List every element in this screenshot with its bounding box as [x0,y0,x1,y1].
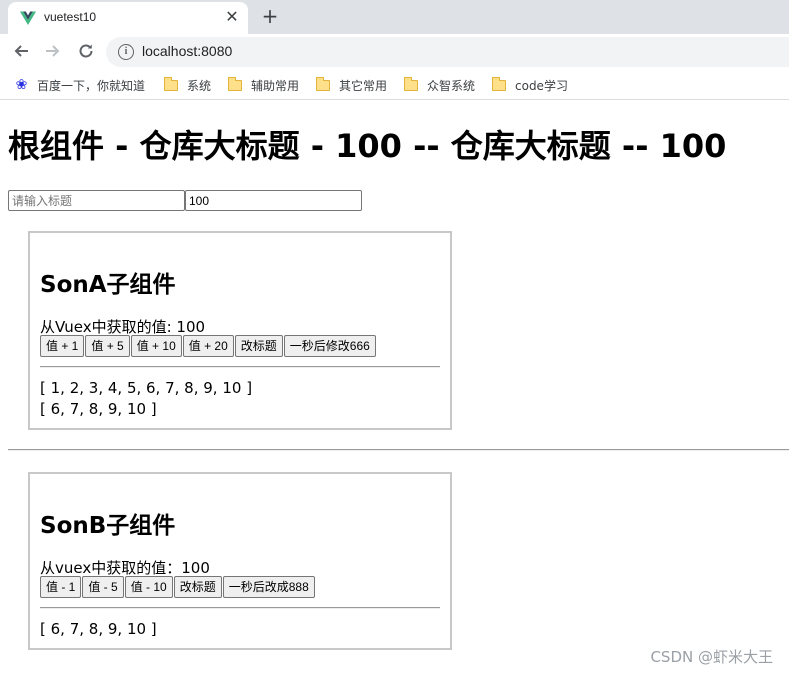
vue-logo-icon [20,11,36,25]
son-a-list-filtered: [ 6, 7, 8, 9, 10 ] [40,400,157,418]
son-b-sub-5-button[interactable]: 值 - 5 [82,576,124,598]
son-a-divider [40,366,440,368]
browser-toolbar: i localhost:8080 [0,34,789,70]
tab-strip: vuetest10 ✕ + [0,0,789,34]
son-b-component: SonB子组件 从vuex中获取的值：100 值 - 1 值 - 5 值 - 1… [28,472,452,650]
son-b-sub-10-button[interactable]: 值 - 10 [124,576,173,598]
son-b-title: SonB子组件 [40,513,176,539]
baidu-paw-icon: ❀ [15,76,28,93]
son-b-value-text: 从vuex中获取的值：100 [40,559,210,577]
folder-icon [164,76,178,91]
son-a-title: SonA子组件 [40,272,176,298]
new-tab-button[interactable]: + [258,5,282,29]
son-a-add-10-button[interactable]: 值 + 10 [130,335,182,357]
folder-icon [492,76,506,91]
son-a-add-1-button[interactable]: 值 + 1 [40,335,85,357]
back-arrow-icon[interactable] [8,38,34,64]
bookmarks-bar: ❀ 百度一下，你就知道 系统 辅助常用 其它常用 众智系统 code学习 [0,70,789,100]
page-content: 根组件 - 仓库大标题 - 100 -- 仓库大标题 -- 100 SonA子组… [0,101,789,675]
son-b-list-filtered: [ 6, 7, 8, 9, 10 ] [40,620,157,638]
son-a-component: SonA子组件 从Vuex中获取的值: 100 值 + 1 值 + 5 值 + … [28,231,452,430]
bookmark-label: 辅助常用 [251,78,300,93]
son-a-add-5-button[interactable]: 值 + 5 [85,335,130,357]
bookmark-folder-zhongzhi[interactable]: 众智系统 [404,76,475,94]
son-b-change-title-button[interactable]: 改标题 [173,576,222,598]
bookmark-label: code学习 [515,78,568,93]
son-b-divider [40,607,440,609]
watermark: CSDN @虾米大王 [650,648,773,666]
site-info-icon[interactable]: i [118,44,134,60]
folder-icon [404,76,418,91]
son-b-delay-888-button[interactable]: 一秒后改成888 [222,576,315,598]
url-text: localhost:8080 [142,43,233,59]
browser-tab[interactable]: vuetest10 ✕ [8,2,248,34]
section-divider [8,449,789,451]
reload-icon[interactable] [73,38,99,64]
value-input[interactable] [185,190,362,211]
son-a-value-text: 从Vuex中获取的值: 100 [40,318,206,336]
son-b-sub-1-button[interactable]: 值 - 1 [40,576,82,598]
address-bar[interactable]: i localhost:8080 [106,37,789,67]
son-a-button-row: 值 + 1 值 + 5 值 + 10 值 + 20 改标题 一秒后修改666 [40,335,377,357]
page-title: 根组件 - 仓库大标题 - 100 -- 仓库大标题 -- 100 [8,127,727,165]
folder-icon [316,76,330,91]
folder-icon [228,76,242,91]
bookmark-label: 百度一下，你就知道 [37,78,146,93]
bookmark-folder-other[interactable]: 其它常用 [316,76,387,94]
bookmark-label: 系统 [187,78,212,93]
bookmark-folder-code[interactable]: code学习 [492,76,568,94]
bookmark-label: 其它常用 [339,78,388,93]
bookmark-label: 众智系统 [427,78,476,93]
son-a-list-all: [ 1, 2, 3, 4, 5, 6, 7, 8, 9, 10 ] [40,379,253,397]
son-b-button-row: 值 - 1 值 - 5 值 - 10 改标题 一秒后改成888 [40,576,316,598]
forward-arrow-icon[interactable] [40,38,66,64]
son-a-add-20-button[interactable]: 值 + 20 [182,335,234,357]
son-a-delay-666-button[interactable]: 一秒后修改666 [283,335,376,357]
son-a-change-title-button[interactable]: 改标题 [234,335,283,357]
bookmark-baidu[interactable]: ❀ 百度一下，你就知道 [14,76,145,94]
close-tab-icon[interactable]: ✕ [222,7,242,27]
bookmark-folder-system[interactable]: 系统 [164,76,211,94]
bookmark-folder-aux[interactable]: 辅助常用 [228,76,299,94]
title-input[interactable] [8,190,185,211]
tab-title: vuetest10 [44,10,97,24]
